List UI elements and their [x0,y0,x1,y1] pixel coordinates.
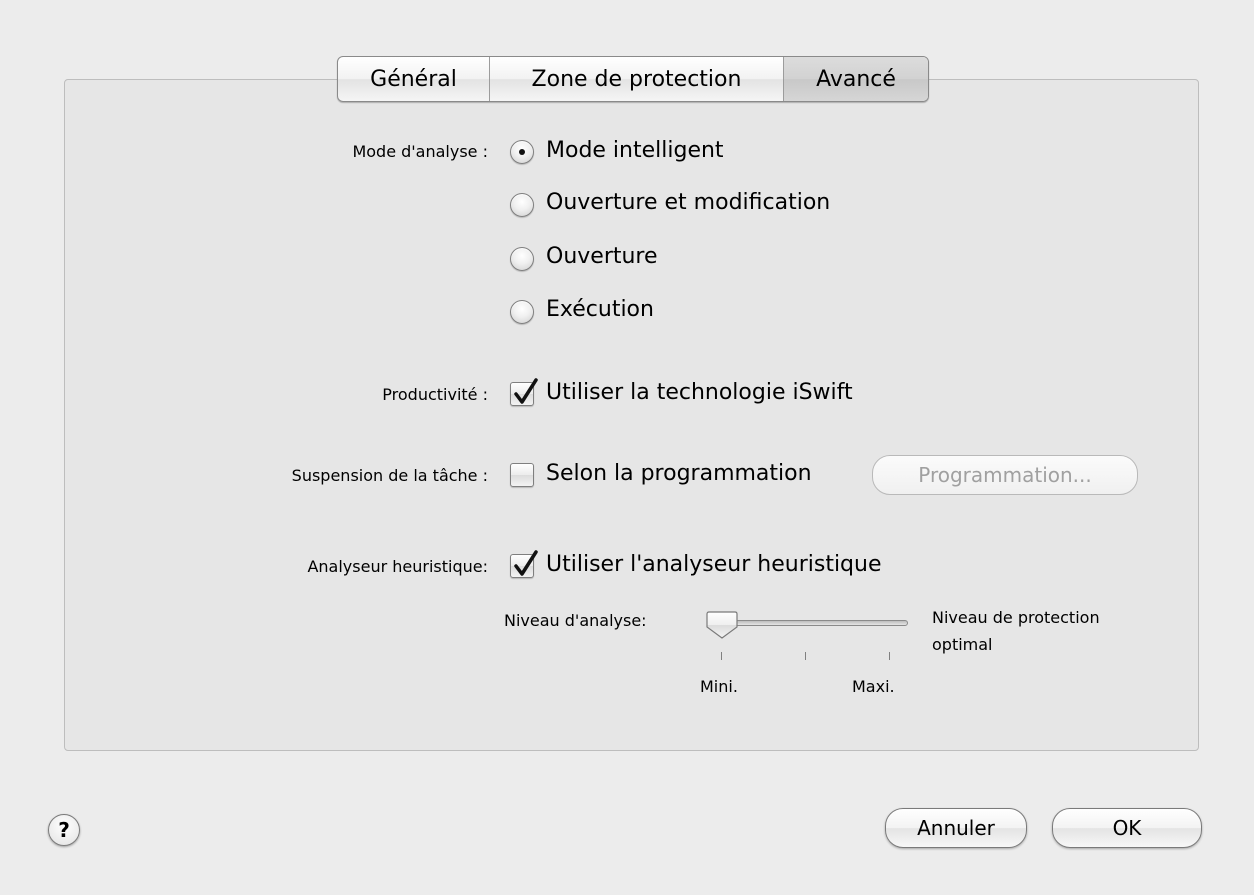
tab-advanced[interactable]: Avancé [784,57,928,101]
radio-open-and-modify-label: Ouverture et modification [546,190,831,215]
radio-smart-mode[interactable] [510,140,534,164]
advanced-settings-panel [64,79,1199,751]
radio-smart-mode-label: Mode intelligent [546,138,724,163]
slider-tick-max [889,652,890,660]
slider-max-label: Maxi. [852,677,895,696]
checkmark-icon [514,378,538,404]
radio-selected-dot [519,149,525,155]
analysis-level-slider-track[interactable] [712,620,908,626]
scan-mode-label: Mode d'analyse : [352,142,488,161]
productivity-label: Productivité : [382,385,488,404]
analysis-level-slider-thumb[interactable] [706,610,738,640]
slider-tick-min [721,652,722,660]
protection-level-description-line1: Niveau de protection [932,608,1100,627]
radio-open[interactable] [510,247,534,271]
heuristic-label: Analyseur heuristique: [307,557,488,576]
tab-protection-zone[interactable]: Zone de protection [490,57,784,101]
slider-tick-mid [805,652,806,660]
help-button[interactable]: ? [48,814,80,846]
tab-general[interactable]: Général [338,57,490,101]
schedule-checkbox-label: Selon la programmation [546,461,812,486]
ok-button[interactable]: OK [1052,808,1202,848]
radio-open-and-modify[interactable] [510,193,534,217]
slider-min-label: Mini. [700,677,738,696]
schedule-button[interactable]: Programmation... [872,455,1138,495]
suspension-label: Suspension de la tâche : [291,466,488,485]
cancel-button[interactable]: Annuler [885,808,1027,848]
radio-open-label: Ouverture [546,244,658,269]
radio-execute[interactable] [510,300,534,324]
iswift-checkbox[interactable] [510,378,538,406]
radio-execute-label: Exécution [546,297,654,322]
tab-bar: Général Zone de protection Avancé [337,56,929,102]
iswift-checkbox-label: Utiliser la technologie iSwift [546,380,853,405]
protection-level-description-line2: optimal [932,635,993,654]
heuristic-checkbox[interactable] [510,550,538,578]
heuristic-checkbox-label: Utiliser l'analyseur heuristique [546,552,882,577]
checkmark-icon [514,550,538,576]
analysis-level-label: Niveau d'analyse: [504,611,647,630]
schedule-checkbox[interactable] [510,463,534,487]
